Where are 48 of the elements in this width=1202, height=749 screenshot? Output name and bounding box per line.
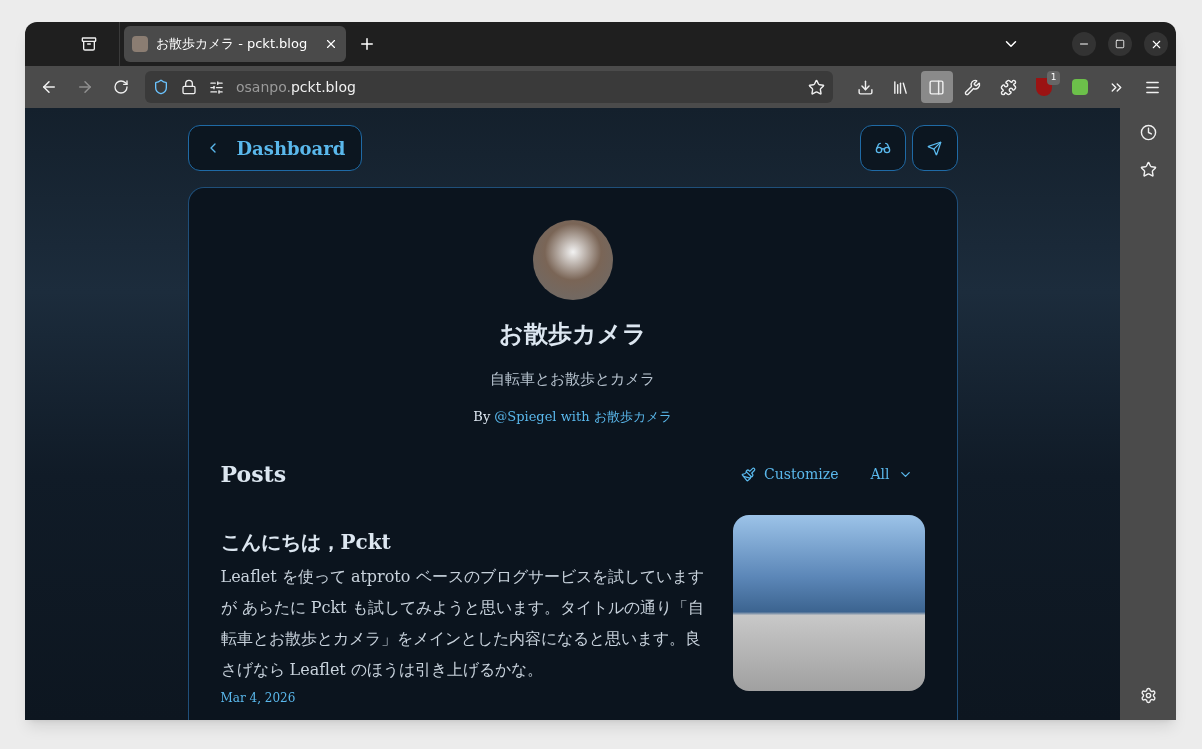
filter-dropdown[interactable]: All <box>870 464 913 485</box>
download-icon <box>856 78 874 96</box>
settings-icon[interactable] <box>1139 687 1157 704</box>
glasses-icon <box>874 140 891 156</box>
post-date: Mar 4, 2026 <box>220 690 297 707</box>
blog-description: 自転車とお散歩とカメラ <box>490 369 655 390</box>
forward-arrow-icon <box>76 78 94 96</box>
shield-icon <box>1036 78 1053 96</box>
extension-badge: 1 <box>1046 71 1061 85</box>
favicon-photo <box>132 36 148 52</box>
dashboard-button[interactable]: Dashboard <box>187 125 363 171</box>
close-window-button[interactable] <box>1144 32 1168 56</box>
send-icon <box>927 140 942 156</box>
customize-label: Customize <box>764 465 839 484</box>
post-title[interactable]: こんにちは，Pckt <box>220 527 713 557</box>
byline-label: By <box>473 407 491 426</box>
blog-title: お散歩カメラ <box>498 318 647 350</box>
reader-button[interactable] <box>859 125 906 171</box>
close-icon[interactable] <box>324 37 338 51</box>
author-link[interactable]: @Spiegel with お散歩カメラ <box>494 406 672 426</box>
shield-icon[interactable] <box>153 79 169 95</box>
address-bar[interactable]: osanpo.pckt.blog <box>145 71 833 103</box>
bookmark-star-icon[interactable] <box>808 78 825 96</box>
bookmark-star-icon[interactable] <box>1139 161 1157 178</box>
sidebar-toggle-button[interactable] <box>920 71 953 103</box>
library-icon <box>892 78 910 96</box>
url-text: osanpo.pckt.blog <box>236 77 357 97</box>
send-button[interactable] <box>911 125 958 171</box>
lock-icon[interactable] <box>181 79 197 95</box>
filter-label: All <box>870 465 890 484</box>
minimize-button[interactable] <box>1072 32 1096 56</box>
browser-tab[interactable]: お散歩カメラ - pckt.blog <box>124 26 346 62</box>
maximize-icon <box>1115 39 1125 49</box>
new-tab-icon[interactable] <box>358 35 376 53</box>
dashboard-label: Dashboard <box>236 136 346 161</box>
posts-heading: Posts <box>220 460 287 489</box>
customize-button[interactable]: Customize <box>741 464 839 485</box>
wrench-icon <box>964 78 982 96</box>
shield-extension-button[interactable]: 1 <box>1028 71 1061 103</box>
history-icon[interactable] <box>1139 124 1157 141</box>
sidebar-icon <box>928 78 946 96</box>
maximize-button[interactable] <box>1108 32 1132 56</box>
brush-icon <box>741 467 757 482</box>
tab-title: お散歩カメラ - pckt.blog <box>156 35 309 54</box>
reload-icon <box>113 79 129 95</box>
post-excerpt: Leaflet を使って atproto ベースのブログサービスを試していますが あらたに Pckt も試してみようと思います。タイトルの通り「自転車とお散歩とカメラ」をメインとした内容になると思います。良さげなら Leaflet のほうは引き上げるかな。 <box>220 566 705 681</box>
puzzle-icon <box>1000 78 1017 96</box>
permissions-icon[interactable] <box>209 79 224 95</box>
